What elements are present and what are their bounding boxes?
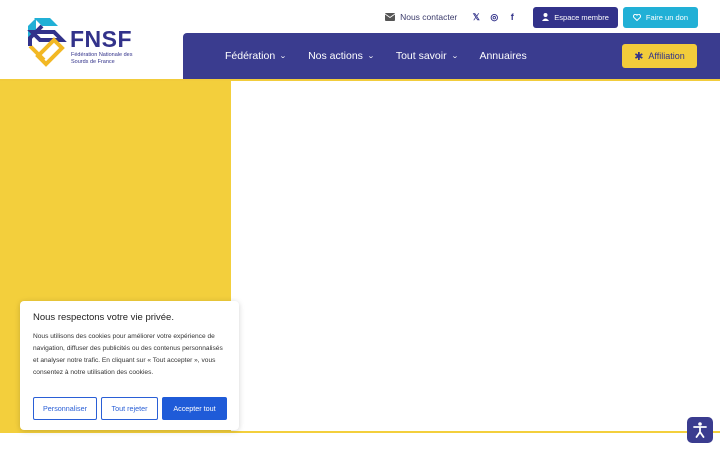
- brand-name: FNSF: [70, 26, 133, 52]
- brand-subtitle: Fédération Nationale des Sourds de Franc…: [71, 52, 133, 65]
- cookie-consent-banner: Nous respectons votre vie privée. Nous u…: [20, 301, 239, 430]
- heart-icon: [632, 13, 641, 21]
- facebook-icon[interactable]: f: [507, 12, 517, 22]
- nav-item-nos-actions[interactable]: Nos actions ⌄: [308, 50, 375, 62]
- nav-item-label: Nos actions: [308, 50, 363, 62]
- nav-item-federation[interactable]: Fédération ⌄: [225, 50, 287, 62]
- member-area-label: Espace membre: [554, 12, 609, 22]
- cookie-customize-button[interactable]: Personnaliser: [33, 397, 97, 420]
- user-icon: [542, 13, 550, 21]
- main-navigation: Fédération ⌄ Nos actions ⌄ Tout savoir ⌄…: [183, 33, 720, 79]
- page: FNSF Fédération Nationale des Sourds de …: [0, 0, 720, 450]
- affiliation-label: Affiliation: [648, 51, 685, 61]
- fnsf-logo-icon: [27, 18, 67, 67]
- accessibility-button[interactable]: [687, 417, 713, 443]
- cookie-title: Nous respectons votre vie privée.: [33, 312, 174, 323]
- affiliation-button[interactable]: ✱ Affiliation: [622, 44, 697, 68]
- nav-item-tout-savoir[interactable]: Tout savoir ⌄: [395, 50, 459, 62]
- chevron-down-icon: ⌄: [279, 53, 287, 60]
- chevron-down-icon: ⌄: [450, 53, 459, 60]
- x-twitter-icon[interactable]: 𝕏: [471, 12, 481, 22]
- site-logo[interactable]: FNSF Fédération Nationale des Sourds de …: [24, 12, 139, 68]
- cookie-description: Nous utilisons des cookies pour améliore…: [33, 333, 223, 376]
- nav-item-label: Annuaires: [479, 50, 527, 62]
- top-bar: Nous contacter 𝕏 ◎ f Espace membre Faire…: [385, 6, 698, 28]
- contact-label: Nous contacter: [400, 12, 458, 22]
- nav-item-label: Tout savoir: [395, 50, 447, 62]
- nav-item-annuaires[interactable]: Annuaires: [479, 50, 526, 62]
- cookie-reject-button[interactable]: Tout rejeter: [101, 397, 158, 420]
- section-divider: [0, 431, 720, 433]
- nav-item-label: Fédération: [225, 50, 276, 62]
- instagram-icon[interactable]: ◎: [489, 12, 499, 22]
- contact-link[interactable]: Nous contacter: [385, 12, 457, 22]
- envelope-icon: [385, 13, 396, 21]
- asterisk-icon: ✱: [634, 50, 644, 63]
- accessibility-icon: [693, 422, 707, 438]
- donate-label: Faire un don: [645, 12, 688, 22]
- chevron-down-icon: ⌄: [367, 53, 375, 60]
- social-links: 𝕏 ◎ f: [467, 12, 521, 23]
- cookie-accept-button[interactable]: Accepter tout: [162, 397, 227, 420]
- donate-button[interactable]: Faire un don: [622, 6, 698, 28]
- member-area-button[interactable]: Espace membre: [533, 6, 618, 28]
